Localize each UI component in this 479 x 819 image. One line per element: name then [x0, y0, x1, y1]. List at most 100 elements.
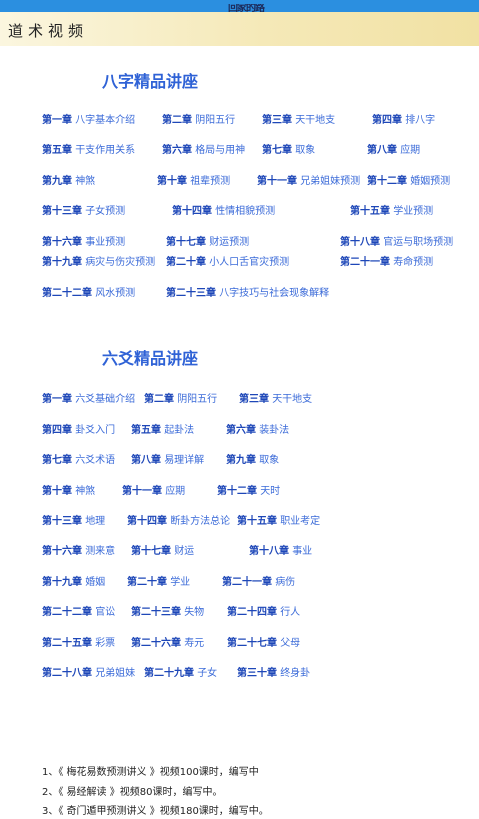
liuyao-chapter-link[interactable]: 第六章 装卦法	[226, 421, 289, 436]
chapter-title: 寿命预测	[393, 257, 434, 268]
chapter-number: 第二十三章	[131, 607, 181, 618]
bazi-chapter-link[interactable]: 第十三章 子女预测	[42, 202, 125, 217]
bazi-chapter-link[interactable]: 第一章 八字基本介绍	[42, 111, 135, 126]
liuyao-chapter-link[interactable]: 第二十二章 官讼	[42, 603, 115, 618]
chapter-number: 第五章	[42, 145, 72, 156]
liuyao-chapter-link[interactable]: 第十三章 地理	[42, 512, 105, 527]
liuyao-chapter-link[interactable]: 第二十五章 彩票	[42, 634, 115, 649]
chapter-number: 第二十一章	[340, 257, 390, 268]
chapter-number: 第二十九章	[144, 668, 194, 679]
chapter-title: 婚姻	[85, 577, 106, 588]
chapter-title: 应期	[400, 145, 421, 156]
liuyao-chapter-link[interactable]: 第十二章 天时	[217, 482, 280, 497]
bazi-chapter-link[interactable]: 第十六章 事业预测	[42, 233, 125, 248]
chapter-number: 第二十六章	[131, 638, 181, 649]
chapter-title: 六爻术语	[75, 455, 116, 466]
bazi-chapter-link[interactable]: 第八章 应期	[367, 141, 420, 156]
bazi-chapter-link[interactable]: 第五章 干支作用关系	[42, 141, 135, 156]
bazi-chapter-link[interactable]: 第二十一章 寿命预测	[340, 253, 433, 268]
liuyao-chapter-link[interactable]: 第二十一章 病伤	[222, 573, 295, 588]
chapter-number: 第二章	[144, 394, 174, 405]
chapter-title: 事业预测	[85, 237, 126, 248]
bazi-chapter-link[interactable]: 第十九章 病灾与伤灾预测	[42, 253, 155, 268]
chapter-title: 官讼	[95, 607, 116, 618]
liuyao-chapter-link[interactable]: 第四章 卦爻入门	[42, 421, 115, 436]
bazi-chapter-link[interactable]: 第九章 神煞	[42, 172, 95, 187]
chapter-title: 官运与职场预测	[383, 237, 454, 248]
chapter-number: 第八章	[367, 145, 397, 156]
liuyao-chapter-link[interactable]: 第十七章 财运	[131, 542, 194, 557]
liuyao-chapter-link[interactable]: 第十一章 应期	[122, 482, 185, 497]
chapter-number: 第十一章	[257, 176, 297, 187]
chapter-title: 性情相貌预测	[215, 206, 276, 217]
bazi-chapter-link[interactable]: 第二十二章 风水预测	[42, 284, 135, 299]
liuyao-chapter-link[interactable]: 第二十八章 兄弟姐妹	[42, 664, 135, 679]
liuyao-section-heading: 六爻精品讲座	[102, 349, 199, 368]
chapter-number: 第二十三章	[166, 288, 216, 299]
chapter-title: 装卦法	[259, 425, 290, 436]
liuyao-chapter-link[interactable]: 第七章 六爻术语	[42, 451, 115, 466]
liuyao-chapter-link[interactable]: 第十九章 婚姻	[42, 573, 105, 588]
liuyao-chapter-link[interactable]: 第二十七章 父母	[227, 634, 300, 649]
chapter-title: 取象	[295, 145, 316, 156]
bazi-chapter-link[interactable]: 第二章 阴阳五行	[162, 111, 235, 126]
bazi-chapter-link[interactable]: 第四章 排八字	[372, 111, 435, 126]
chapter-number: 第十九章	[42, 577, 82, 588]
chapter-title: 卦爻入门	[75, 425, 116, 436]
chapter-title: 兄弟姐妹预测	[300, 176, 361, 187]
liuyao-chapter-link[interactable]: 第十六章 测来意	[42, 542, 115, 557]
chapter-number: 第七章	[262, 145, 292, 156]
bazi-chapter-link[interactable]: 第十四章 性情相貌预测	[172, 202, 275, 217]
liuyao-chapter-link[interactable]: 第二十四章 行人	[227, 603, 300, 618]
liuyao-chapter-link[interactable]: 第一章 六爻基础介绍	[42, 390, 135, 405]
chapter-title: 祖辈预测	[190, 176, 231, 187]
bazi-chapter-link[interactable]: 第三章 天干地支	[262, 111, 335, 126]
note-item: 1、《 梅花易数预测讲义 》视频100课时，编写中	[42, 767, 259, 778]
chapter-title: 小人口舌官灾预测	[209, 257, 290, 268]
chapter-number: 第三章	[239, 394, 269, 405]
bazi-chapter-link[interactable]: 第十五章 学业预测	[350, 202, 433, 217]
chapter-title: 婚姻预测	[410, 176, 451, 187]
chapter-number: 第二十二章	[42, 607, 92, 618]
chapter-number: 第三章	[262, 115, 292, 126]
chapter-number: 第一章	[42, 394, 72, 405]
side-fragment: 丨	[0, 800, 6, 814]
liuyao-chapter-link[interactable]: 第三章 天干地支	[239, 390, 312, 405]
liuyao-chapter-link[interactable]: 第二十九章 子女	[144, 664, 217, 679]
chapter-number: 第二十一章	[222, 577, 272, 588]
status-bar: 回家的路	[0, 0, 479, 14]
liuyao-chapter-link[interactable]: 第二十六章 寿元	[131, 634, 204, 649]
bazi-chapter-link[interactable]: 第十二章 婚姻预测	[367, 172, 450, 187]
bazi-chapter-link[interactable]: 第十七章 财运预测	[166, 233, 249, 248]
liuyao-chapter-link[interactable]: 第八章 易理详解	[131, 451, 204, 466]
liuyao-chapter-link[interactable]: 第十八章 事业	[249, 542, 312, 557]
liuyao-chapter-link[interactable]: 第二章 阴阳五行	[144, 390, 217, 405]
chapter-number: 第二十章	[166, 257, 206, 268]
bazi-chapter-link[interactable]: 第十一章 兄弟姐妹预测	[257, 172, 360, 187]
bazi-chapter-link[interactable]: 第七章 取象	[262, 141, 315, 156]
liuyao-chapter-link[interactable]: 第二十三章 失物	[131, 603, 204, 618]
bazi-chapter-link[interactable]: 第六章 格局与用神	[162, 141, 245, 156]
chapter-number: 第十二章	[217, 486, 257, 497]
bazi-chapter-link[interactable]: 第二十章 小人口舌官灾预测	[166, 253, 289, 268]
liuyao-chapter-link[interactable]: 第五章 起卦法	[131, 421, 194, 436]
chapter-number: 第十一章	[122, 486, 162, 497]
liuyao-chapter-link[interactable]: 第十四章 断卦方法总论	[127, 512, 230, 527]
liuyao-chapter-link[interactable]: 第十五章 职业考定	[237, 512, 320, 527]
side-fragment: 丨	[0, 230, 6, 244]
liuyao-chapter-link[interactable]: 第二十章 学业	[127, 573, 190, 588]
chapter-number: 第九章	[226, 455, 256, 466]
chapter-title: 病伤	[275, 577, 296, 588]
liuyao-chapter-link[interactable]: 第三十章 终身卦	[237, 664, 310, 679]
liuyao-chapter-link[interactable]: 第九章 取象	[226, 451, 279, 466]
chapter-title: 天时	[260, 486, 281, 497]
chapter-number: 第二十七章	[227, 638, 277, 649]
bazi-chapter-link[interactable]: 第十八章 官运与职场预测	[340, 233, 453, 248]
liuyao-chapter-link[interactable]: 第十章 神煞	[42, 482, 95, 497]
chapter-title: 事业	[292, 546, 313, 557]
bazi-chapter-link[interactable]: 第二十三章 八字技巧与社会现象解释	[166, 284, 329, 299]
chapter-title: 兄弟姐妹	[95, 668, 136, 679]
chapter-number: 第三十章	[237, 668, 277, 679]
chapter-title: 断卦方法总论	[170, 516, 231, 527]
bazi-chapter-link[interactable]: 第十章 祖辈预测	[157, 172, 230, 187]
